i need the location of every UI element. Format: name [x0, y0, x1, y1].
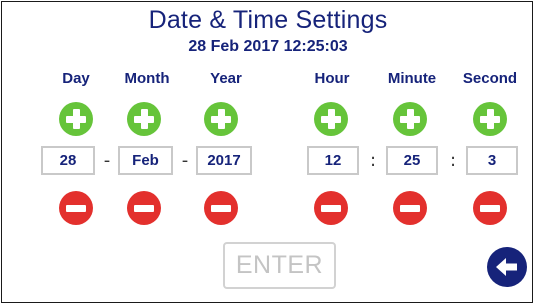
day-value-field[interactable]: 28: [41, 146, 95, 175]
second-decrement-button[interactable]: [473, 191, 507, 225]
minute-increment-button[interactable]: [393, 102, 427, 136]
day-increment-button[interactable]: [59, 102, 93, 136]
month-decrement-button[interactable]: [127, 191, 161, 225]
month-value-field[interactable]: Feb: [118, 146, 173, 175]
time-separator: :: [369, 150, 377, 171]
hour-label: Hour: [314, 70, 350, 87]
year-label: Year: [210, 70, 242, 87]
second-value-field[interactable]: 3: [466, 146, 518, 175]
minute-decrement-button[interactable]: [393, 191, 427, 225]
year-value-field[interactable]: 2017: [196, 146, 252, 175]
second-label: Second: [462, 70, 518, 87]
enter-button[interactable]: ENTER: [223, 242, 336, 289]
year-increment-button[interactable]: [204, 102, 238, 136]
hour-decrement-button[interactable]: [314, 191, 348, 225]
arrow-left-icon: [496, 258, 517, 276]
day-decrement-button[interactable]: [59, 191, 93, 225]
time-separator: :: [449, 150, 457, 171]
month-label: Month: [124, 70, 170, 87]
year-decrement-button[interactable]: [204, 191, 238, 225]
minute-label: Minute: [387, 70, 437, 87]
hour-increment-button[interactable]: [314, 102, 348, 136]
second-increment-button[interactable]: [473, 102, 507, 136]
current-datetime: 28 Feb 2017 12:25:03: [188, 38, 348, 55]
month-increment-button[interactable]: [127, 102, 161, 136]
minute-value-field[interactable]: 25: [386, 146, 438, 175]
back-button[interactable]: [487, 247, 527, 287]
page-title: Date & Time Settings: [148, 6, 388, 34]
hour-value-field[interactable]: 12: [307, 146, 359, 175]
date-separator: -: [103, 150, 111, 171]
date-separator: -: [181, 150, 189, 171]
